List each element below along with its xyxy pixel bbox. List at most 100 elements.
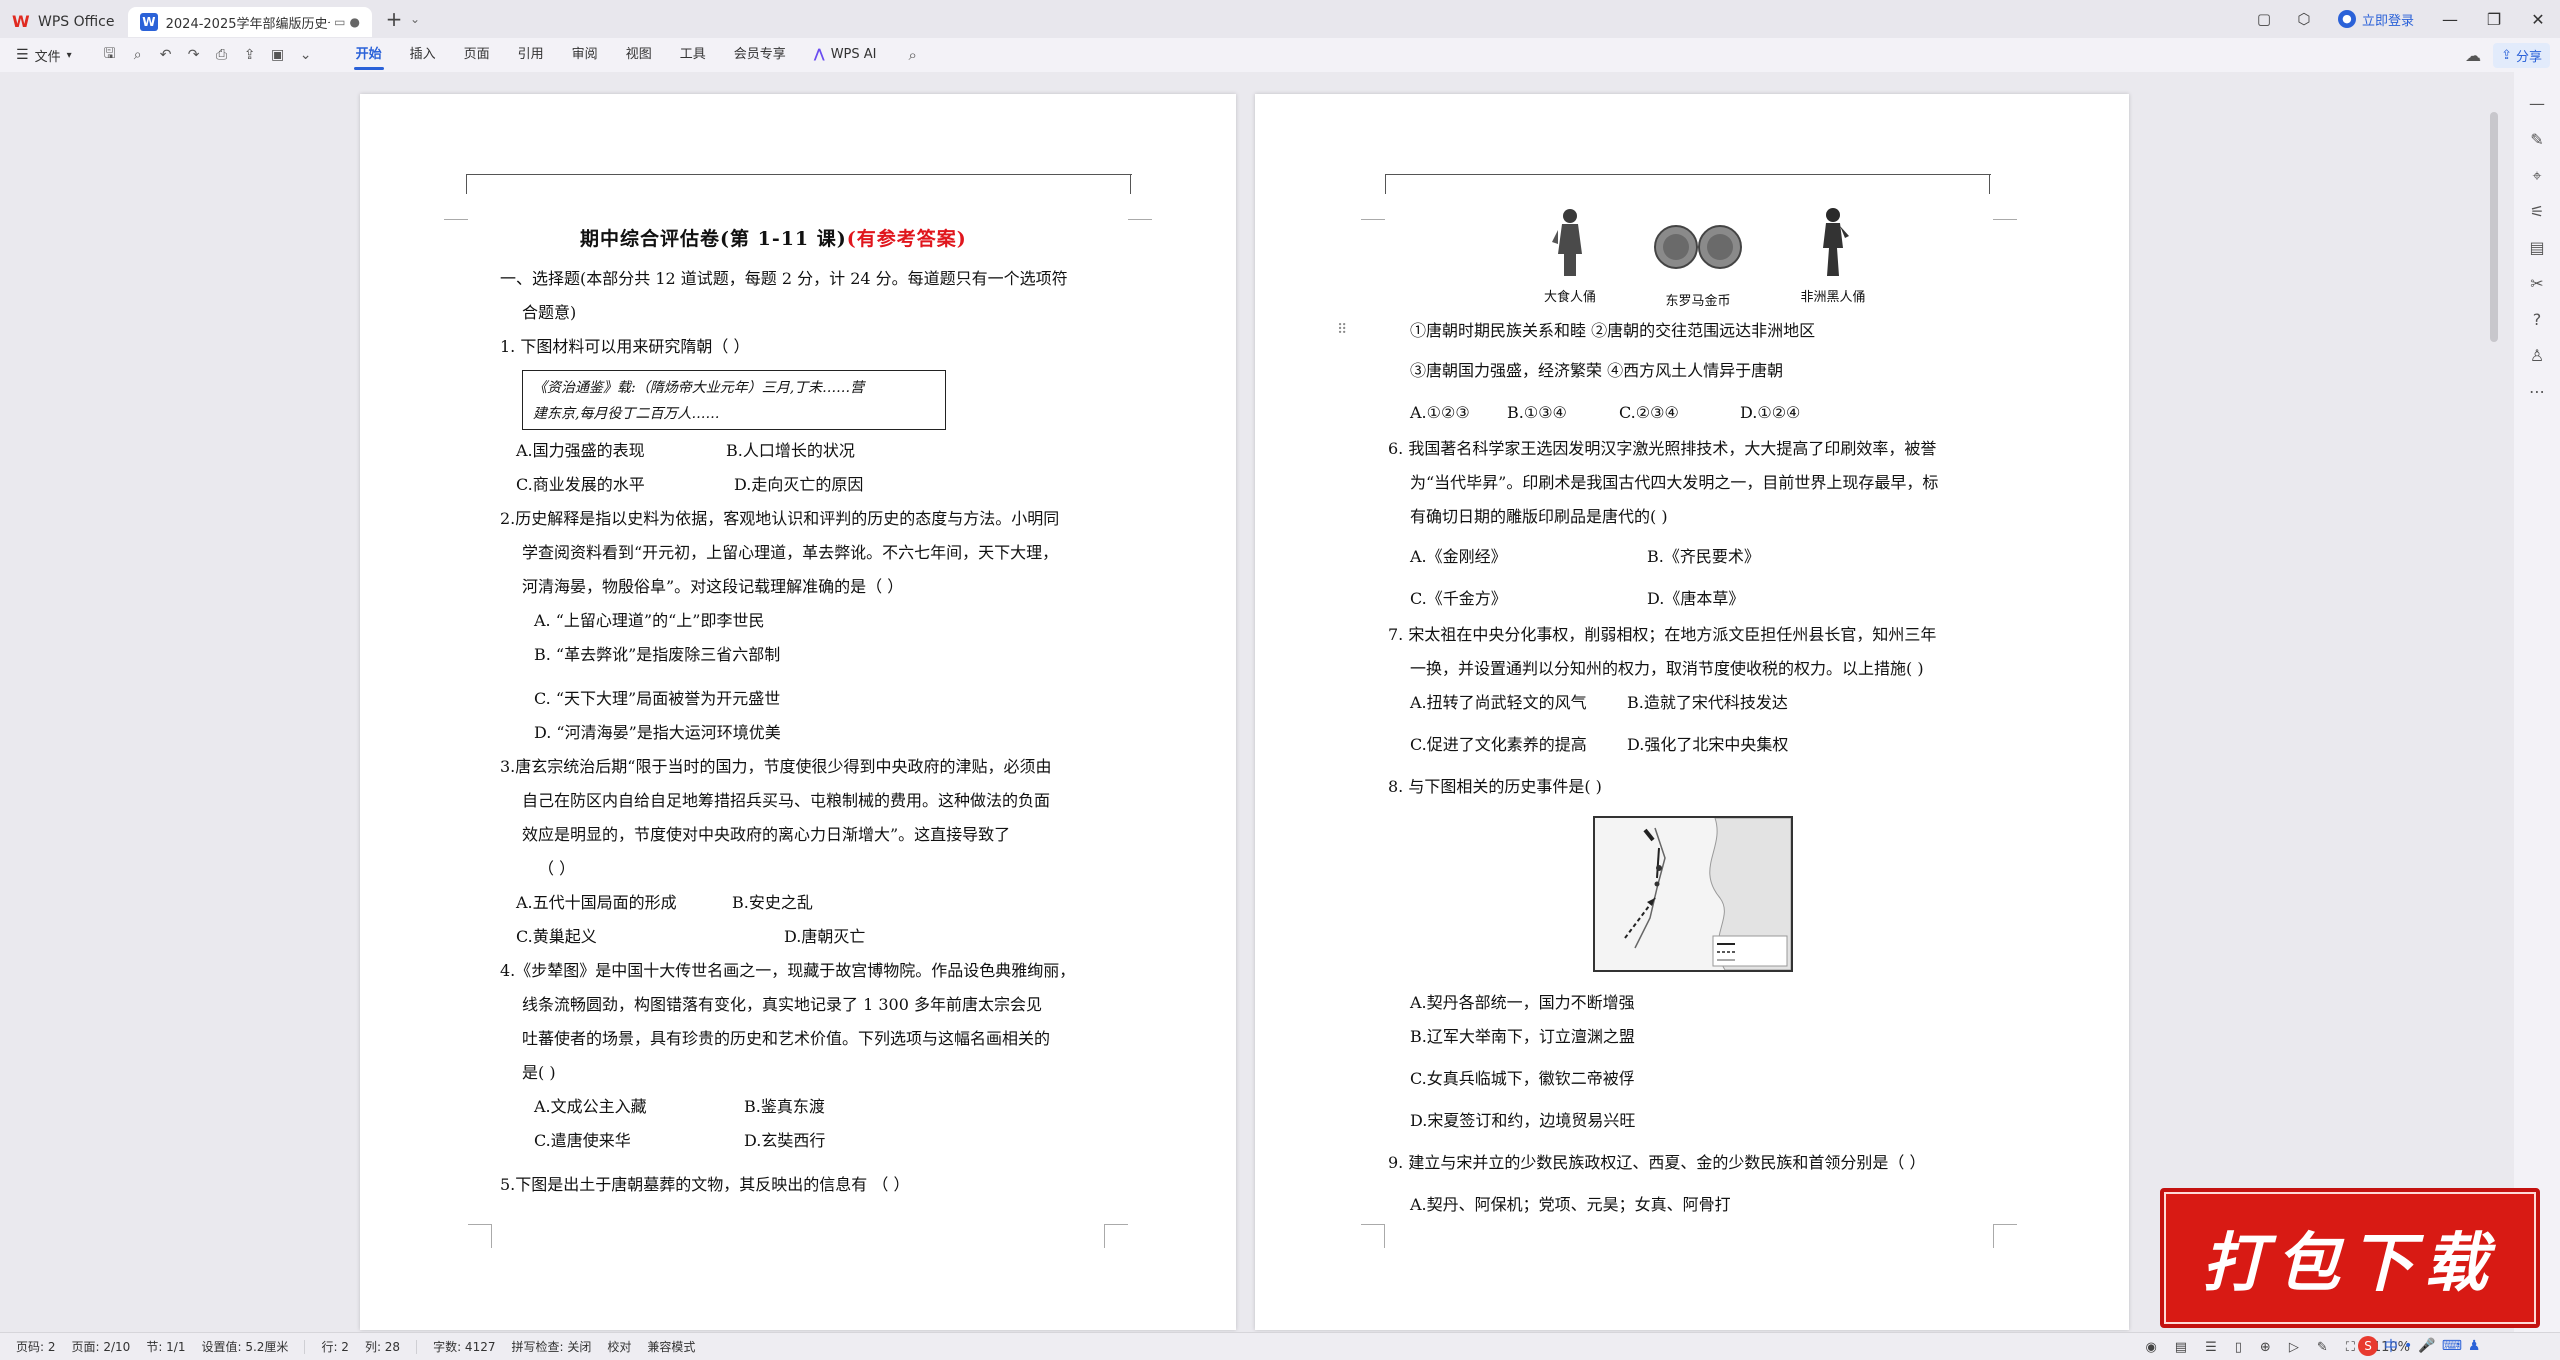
shirt-icon[interactable]: ♙: [2522, 338, 2552, 374]
status-word-count[interactable]: 字数: 4127: [433, 1338, 495, 1355]
tab-wps-office[interactable]: W WPS Office: [0, 7, 128, 37]
file-menu-button[interactable]: ☰ 文件 ▾: [16, 46, 72, 65]
q2-option-b: B. “革去弊讹”是指废除三省六部制: [534, 645, 781, 664]
tab-review[interactable]: 审阅: [558, 38, 612, 72]
tab-view[interactable]: 视图: [612, 38, 666, 72]
margin-mark-tl: [1361, 196, 1385, 220]
app-tab-label: WPS Office: [38, 14, 115, 30]
q8-option-a: A.契丹各部统一，国力不断增强: [1410, 993, 1635, 1012]
document-page-1[interactable]: 期中综合评估卷(第 1-11 课)(有参考答案) 一、选择题(本部分共 12 道…: [360, 94, 1236, 1330]
tab-tools[interactable]: 工具: [666, 38, 720, 72]
q1-option-c: C.商业发展的水平: [516, 475, 645, 494]
eye-protect-icon[interactable]: ◉: [2145, 1340, 2156, 1355]
exam-title: 期中综合评估卷(第 1-11 课)(有参考答案): [580, 224, 967, 251]
share-icon: ⇪: [2501, 47, 2512, 63]
outline-view-icon[interactable]: ☰: [2205, 1340, 2217, 1355]
restore-button[interactable]: ❐: [2472, 10, 2516, 29]
window-layout-icon[interactable]: ▢: [2244, 10, 2284, 28]
tab-monitor-icon[interactable]: ▭: [334, 15, 345, 29]
ime-voice-icon[interactable]: 🎤: [2418, 1338, 2435, 1354]
share-button[interactable]: ⇪ 分享: [2493, 42, 2550, 68]
q5-option-b: B.①③④: [1507, 403, 1567, 422]
q5-option-d: D.①②④: [1740, 403, 1801, 422]
export-icon[interactable]: ⇪: [236, 47, 264, 63]
status-spell-check[interactable]: 拼写检查: 关闭: [511, 1338, 591, 1355]
undo-icon[interactable]: ↶: [152, 47, 180, 63]
pen-icon[interactable]: ✎: [2522, 122, 2552, 158]
margin-mark-tr: [1993, 196, 2017, 220]
q6-option-c: C.《千金方》: [1410, 589, 1507, 608]
tab-home[interactable]: 开始: [342, 38, 396, 72]
tab-document[interactable]: W 2024-2025学年部编版历史七年级下册期中 ▭ ●: [128, 7, 372, 37]
status-setting[interactable]: 设置值: 5.2厘米: [201, 1338, 288, 1355]
help-icon[interactable]: ?: [2522, 302, 2552, 338]
q7-option-c: C.促进了文化素养的提高: [1410, 735, 1587, 754]
ime-skin-icon[interactable]: ♟: [2468, 1338, 2481, 1354]
question-4: 4.《步辇图》是中国十大传世名画之一，现藏于故宫博物院。作品设色典雅绚丽，: [500, 961, 1076, 980]
status-page-of[interactable]: 页面: 2/10: [72, 1338, 131, 1355]
save-icon[interactable]: 🖫: [96, 43, 124, 67]
header-corner-left: [466, 174, 490, 194]
more-chevron-icon[interactable]: ⌄: [292, 47, 320, 63]
ai-icon: ⋀: [813, 47, 825, 62]
tab-modified-dot-icon[interactable]: ●: [350, 15, 360, 29]
margin-mark-br: [1993, 1224, 2017, 1248]
cloud-sync-icon[interactable]: ☁: [2465, 46, 2481, 65]
ime-punct-icon[interactable]: •: [2404, 1338, 2412, 1354]
web-view-icon[interactable]: ⊕: [2260, 1340, 2271, 1355]
login-button[interactable]: ● 立即登录: [2337, 10, 2414, 29]
minimize-button[interactable]: —: [2428, 10, 2472, 29]
status-section[interactable]: 节: 1/1: [146, 1338, 185, 1355]
header-corner-left: [1385, 174, 1409, 194]
question-5: 5.下图是出土于唐朝墓葬的文物，其反映出的信息有 （ ）: [500, 1175, 910, 1194]
tab-list-chevron-icon[interactable]: ⌄: [410, 12, 420, 26]
play-icon[interactable]: ▷: [2289, 1340, 2299, 1355]
status-proofread[interactable]: 校对: [607, 1338, 631, 1355]
edit-mode-icon[interactable]: ✎: [2317, 1340, 2328, 1355]
image-icon[interactable]: ▣: [264, 47, 292, 63]
extract-icon[interactable]: ▤: [2522, 230, 2552, 266]
status-col[interactable]: 列: 28: [365, 1338, 400, 1355]
word-doc-icon: W: [140, 13, 158, 31]
document-workspace[interactable]: 期中综合评估卷(第 1-11 课)(有参考答案) 一、选择题(本部分共 12 道…: [0, 72, 2560, 1332]
page-view-icon[interactable]: ▤: [2175, 1340, 2187, 1355]
tab-wps-ai[interactable]: ⋀ WPS AI: [800, 38, 891, 72]
question-2-line-2: 学查阅资料看到“开元初，上留心理道，革去弊讹。不六七年间，天下大理，: [522, 543, 1059, 562]
adjust-icon[interactable]: ⚟: [2522, 194, 2552, 230]
close-button[interactable]: ✕: [2516, 10, 2560, 29]
quote-line-2: 建东京,每月役丁二百万人……: [533, 406, 720, 422]
cube-icon[interactable]: ⬡: [2284, 10, 2324, 28]
print-icon[interactable]: ⎙: [208, 47, 236, 63]
status-compat-mode[interactable]: 兼容模式: [647, 1338, 695, 1355]
tools-icon[interactable]: ✂: [2522, 266, 2552, 302]
collapse-icon[interactable]: —: [2522, 86, 2552, 122]
q1-option-a: A.国力强盛的表现: [516, 441, 645, 460]
more-icon[interactable]: ⋯: [2522, 374, 2552, 410]
tab-member[interactable]: 会员专享: [720, 38, 800, 72]
download-package-badge[interactable]: 打包下载: [2160, 1188, 2540, 1328]
drag-handle-icon[interactable]: ⠿: [1337, 322, 1347, 338]
tab-page[interactable]: 页面: [450, 38, 504, 72]
question-4-line-3: 吐蕃使者的场景，具有珍贵的历史和艺术价值。下列选项与这幅名画相关的: [522, 1029, 1051, 1048]
select-cursor-icon[interactable]: ⌖: [2522, 158, 2552, 194]
ime-chinese-icon[interactable]: 中: [2384, 1336, 2398, 1356]
redo-icon[interactable]: ↷: [180, 47, 208, 63]
q9-option-a: A.契丹、阿保机；党项、元昊；女真、阿骨打: [1410, 1195, 1731, 1214]
status-row[interactable]: 行: 2: [321, 1338, 349, 1355]
sogou-icon[interactable]: S: [2358, 1336, 2378, 1356]
q3-option-a: A.五代十国局面的形成: [516, 893, 677, 912]
login-label: 立即登录: [2361, 13, 2414, 29]
tab-insert[interactable]: 插入: [396, 38, 450, 72]
add-tab-button[interactable]: +: [382, 7, 406, 31]
format-painter-icon[interactable]: ⌕: [124, 47, 152, 63]
margin-mark-tl: [444, 196, 468, 220]
tab-references[interactable]: 引用: [504, 38, 558, 72]
search-icon[interactable]: ⌕: [909, 46, 917, 64]
vertical-scrollbar[interactable]: [2490, 112, 2498, 342]
status-page-number[interactable]: 页码: 2: [16, 1338, 56, 1355]
ribbon-tabs: 开始 插入 页面 引用 审阅 视图 工具 会员专享 ⋀ WPS AI: [342, 38, 891, 72]
q2-option-c: C. “天下大理”局面被誉为开元盛世: [534, 689, 781, 708]
document-page-2[interactable]: 大食人俑 东罗马金币 非洲黑人俑 ⠿ ①唐朝时期民族关系和睦 ②唐朝的交往范围远…: [1255, 94, 2129, 1330]
read-view-icon[interactable]: ▯: [2235, 1340, 2242, 1355]
ime-keyboard-icon[interactable]: ⌨: [2442, 1338, 2462, 1354]
